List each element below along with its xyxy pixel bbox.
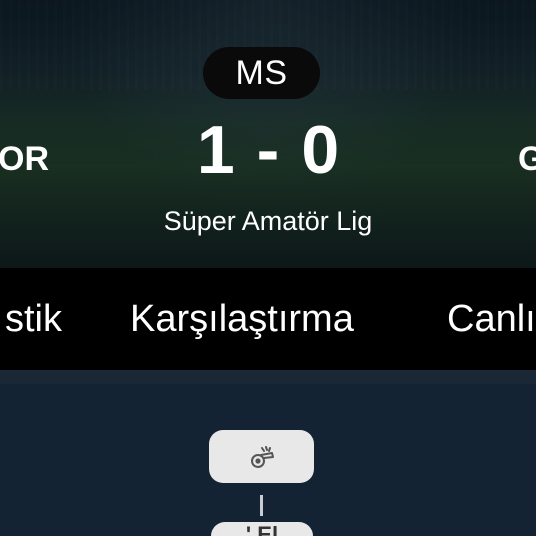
away-score: 0 (301, 112, 340, 188)
timeline-event-whistle[interactable] (209, 430, 314, 483)
tab-live[interactable]: Canlı (447, 268, 536, 370)
away-team-name[interactable]: G (518, 140, 536, 179)
home-score: 1 (196, 112, 235, 188)
scoreboard: 1 - 0 (150, 108, 386, 192)
timeline-event-next[interactable]: ' El (211, 522, 313, 536)
match-status-badge: MS (203, 47, 320, 99)
league-name: Süper Amatör Lig (163, 206, 373, 236)
home-team-name[interactable]: OR (0, 140, 49, 179)
match-status-text: MS (235, 53, 288, 92)
section-divider (0, 370, 536, 384)
score-separator: - (256, 112, 280, 188)
tab-comparison[interactable]: Karşılaştırma (130, 268, 354, 370)
tab-statistics[interactable]: stik (5, 268, 62, 370)
timeline-connector (260, 495, 263, 516)
tab-bar: stik Karşılaştırma Canlı (0, 268, 536, 370)
whistle-icon (250, 445, 274, 468)
timeline-event-label: ' El (245, 522, 279, 536)
